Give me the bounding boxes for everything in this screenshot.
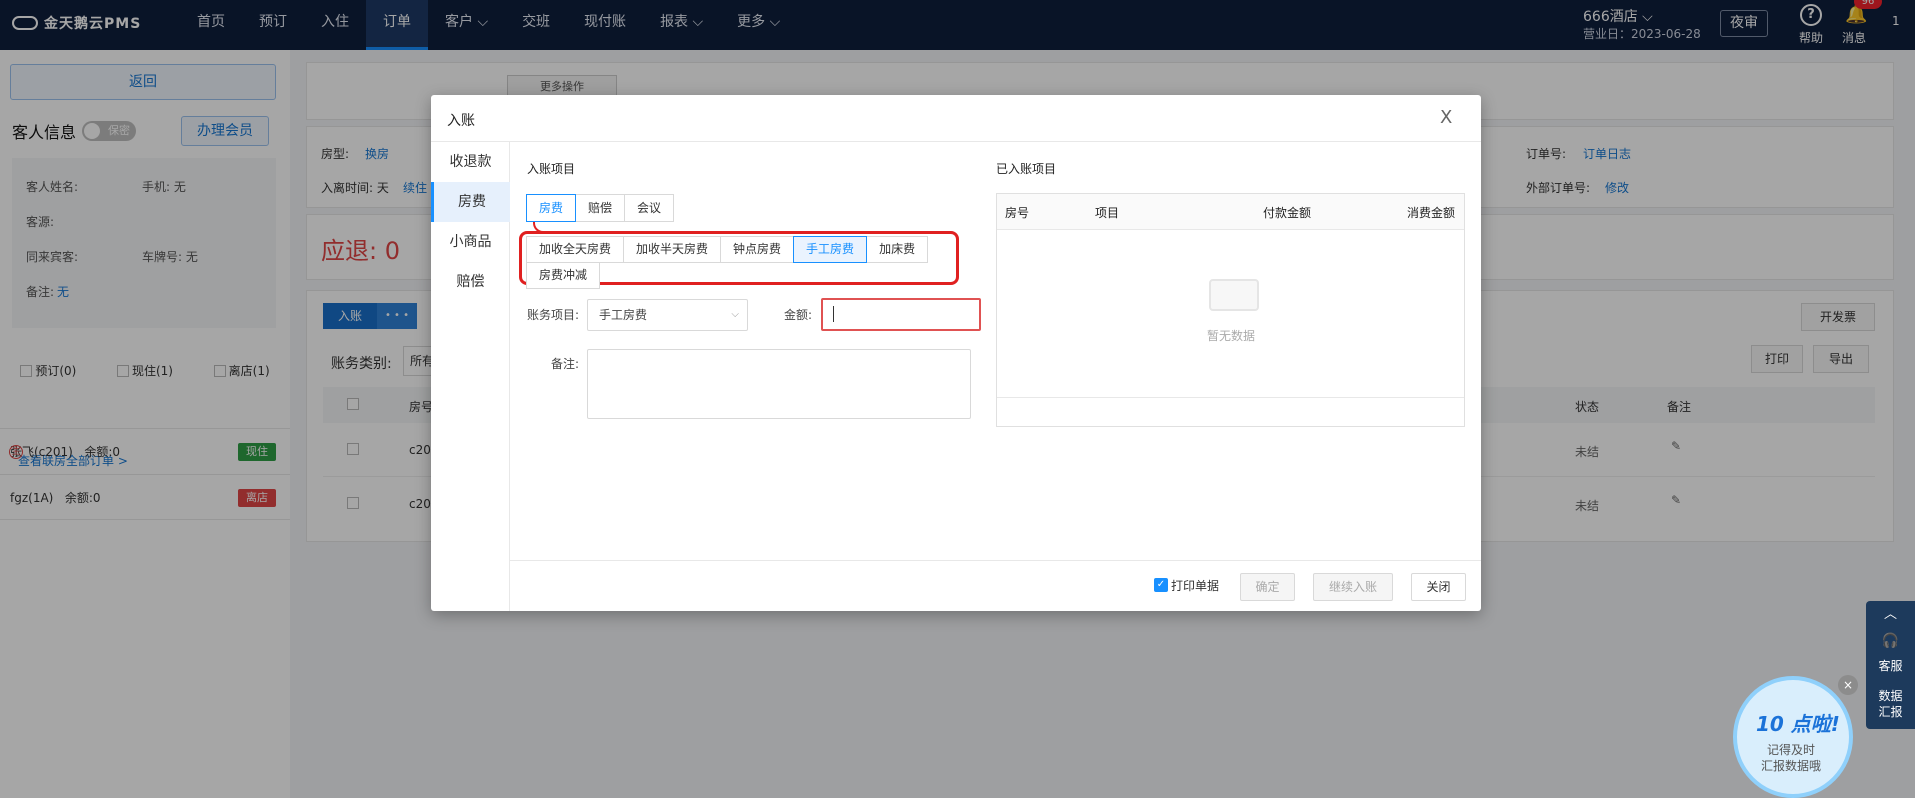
menu-room-fee[interactable]: 房费: [431, 182, 510, 222]
subtab-manual-room-fee[interactable]: 手工房费: [793, 236, 868, 263]
col-room: 房号: [1005, 206, 1030, 220]
tab-compensation[interactable]: 赔偿: [575, 194, 626, 222]
data-report-link-line2[interactable]: 汇报: [1866, 703, 1915, 720]
empty-inbox-icon: [1209, 279, 1259, 311]
posted-items-table: 房号 项目 付款金额 消费金额 暂无数据: [996, 193, 1465, 427]
posting-items-title: 入账项目: [527, 162, 576, 176]
tab-meeting[interactable]: 会议: [624, 194, 675, 222]
close-icon[interactable]: X: [1440, 107, 1452, 128]
subtab-extra-bed[interactable]: 加床费: [866, 236, 929, 263]
empty-state-text: 暂无数据: [1207, 329, 1256, 343]
posted-items-title: 已入账项目: [996, 162, 1057, 176]
data-report-link-line1[interactable]: 数据: [1866, 687, 1915, 704]
reminder-text: 记得及时 汇报数据哦: [1761, 743, 1822, 773]
divider: [431, 141, 1481, 142]
menu-minibar[interactable]: 小商品: [431, 222, 510, 262]
print-receipt-label[interactable]: 打印单据: [1171, 577, 1219, 594]
room-fee-subtabs: 加收全天房费 加收半天房费 钟点房费 手工房费 加床费 房费冲减: [526, 236, 957, 289]
subtab-half-day[interactable]: 加收半天房费: [623, 236, 722, 263]
amount-input[interactable]: [821, 298, 981, 331]
chevron-down-icon: ⌵: [731, 309, 739, 320]
account-item-select[interactable]: 手工房费 ⌵: [587, 299, 748, 331]
amount-label: 金额:: [784, 308, 813, 322]
col-consumption: 消费金额: [1407, 206, 1456, 220]
headset-icon[interactable]: 🎧: [1866, 633, 1915, 649]
menu-compensation[interactable]: 赔偿: [431, 262, 510, 302]
reminder-title: 10 点啦!: [1756, 712, 1840, 736]
divider: [997, 397, 1464, 398]
posted-table-header: 房号 项目 付款金额 消费金额: [997, 194, 1464, 230]
fee-type-tabs: 房费 赔偿 会议: [526, 194, 675, 222]
remark-textarea[interactable]: [587, 349, 971, 419]
close-button[interactable]: 关闭: [1411, 573, 1466, 601]
menu-receipt-refund[interactable]: 收退款: [431, 142, 510, 182]
floating-service-panel: ︿ 🎧 客服 数据 汇报: [1866, 601, 1915, 729]
print-receipt-checkbox[interactable]: ✓: [1154, 578, 1168, 592]
subtab-full-day[interactable]: 加收全天房费: [526, 236, 625, 263]
subtab-room-fee-offset[interactable]: 房费冲减: [526, 262, 601, 289]
col-item: 项目: [1095, 206, 1120, 220]
report-reminder-widget[interactable]: 10 点啦! 记得及时 汇报数据哦: [1733, 676, 1853, 798]
confirm-button[interactable]: 确定: [1240, 573, 1295, 601]
collapse-up-icon[interactable]: ︿: [1866, 603, 1915, 622]
posting-category-menu: 收退款 房费 小商品 赔偿: [431, 142, 510, 611]
divider: [510, 560, 1481, 561]
col-payment: 付款金额: [1263, 206, 1312, 220]
continue-posting-button[interactable]: 继续入账: [1313, 573, 1393, 601]
close-reminder-icon[interactable]: ×: [1838, 675, 1858, 695]
subtab-hourly[interactable]: 钟点房费: [720, 236, 795, 263]
remark-label: 备注:: [551, 357, 580, 371]
tab-room-fee[interactable]: 房费: [526, 194, 577, 222]
modal-title: 入账: [447, 113, 475, 129]
account-item-label: 账务项目:: [527, 308, 580, 322]
post-entry-modal: 入账 X 收退款 房费 小商品 赔偿 入账项目 房费 赔偿 会议 加收全天房费 …: [431, 95, 1481, 611]
customer-service-link[interactable]: 客服: [1866, 657, 1915, 674]
text-cursor: [833, 306, 834, 322]
